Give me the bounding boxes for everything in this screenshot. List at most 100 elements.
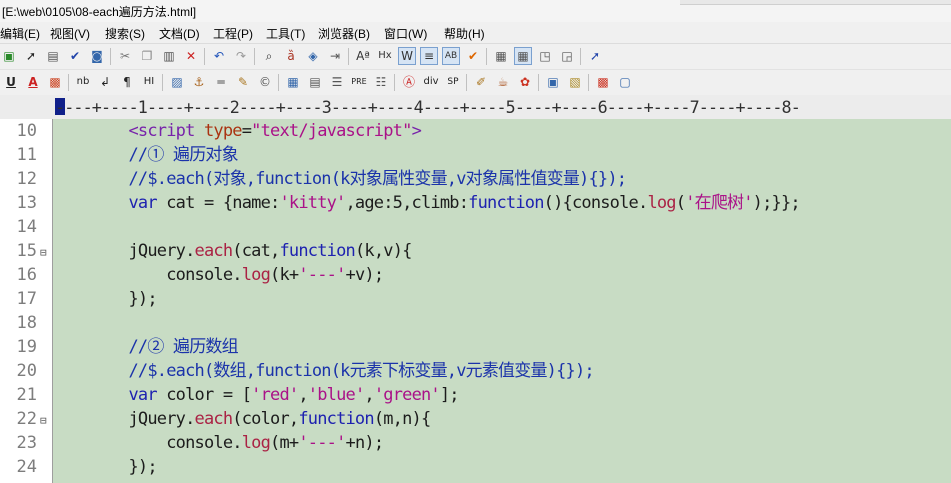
hex-view-icon[interactable]: AB bbox=[442, 47, 460, 65]
toolbar-separator bbox=[204, 48, 205, 65]
center-icon[interactable]: ☰ bbox=[328, 73, 346, 91]
toolbar-separator bbox=[538, 74, 539, 91]
color-picker-icon[interactable]: ✿ bbox=[516, 73, 534, 91]
palette-icon[interactable]: ▩ bbox=[594, 73, 612, 91]
toolbar-separator bbox=[466, 74, 467, 91]
delete-icon[interactable]: ✕ bbox=[182, 47, 200, 65]
fold-toggle-icon[interactable]: ⊟ bbox=[40, 246, 47, 259]
toolbar-separator bbox=[486, 48, 487, 65]
heading-icon[interactable]: Hx bbox=[376, 47, 394, 65]
window-title: [E:\web\0105\08-each遍历方法.html] bbox=[2, 5, 197, 19]
line-number: 11 bbox=[16, 145, 37, 165]
find-in-files-icon[interactable]: ◈ bbox=[304, 47, 322, 65]
toolbar-separator bbox=[580, 48, 581, 65]
line-break-icon[interactable]: ↲ bbox=[96, 73, 114, 91]
preview-icon[interactable]: ◙ bbox=[88, 47, 106, 65]
find-icon[interactable]: ⌕ bbox=[260, 47, 278, 65]
redo-icon[interactable]: ↷ bbox=[232, 47, 250, 65]
edit-icon[interactable]: ✎ bbox=[234, 73, 252, 91]
menu-tools[interactable]: 工具(T) bbox=[266, 25, 305, 42]
line-number: 21 bbox=[16, 385, 37, 405]
save-icon[interactable]: ▣ bbox=[0, 47, 18, 65]
toolbar-separator bbox=[110, 48, 111, 65]
nbsp-icon[interactable]: nb bbox=[74, 73, 92, 91]
div-icon[interactable]: div bbox=[422, 73, 440, 91]
script-icon[interactable]: ☕ bbox=[494, 73, 512, 91]
html-toolbar: U A ▩ nb ↲ ¶ HI ▨ ⚓ ═ ✎ © ▦ ▤ ☰ PRE ☷ Ⓐ … bbox=[0, 70, 951, 96]
word-wrap-icon[interactable]: W bbox=[398, 47, 416, 65]
frameset-icon[interactable]: ▧ bbox=[566, 73, 584, 91]
menu-view[interactable]: 视图(V) bbox=[50, 25, 90, 42]
menu-window[interactable]: 窗口(W) bbox=[384, 25, 427, 42]
paragraph-icon[interactable]: ¶ bbox=[118, 73, 136, 91]
code-line: jQuery.each(cat,function(k,v){ bbox=[128, 241, 412, 261]
menu-browser[interactable]: 浏览器(B) bbox=[318, 25, 370, 42]
font-color-icon[interactable]: A bbox=[24, 73, 42, 91]
line-number: 12 bbox=[16, 169, 37, 189]
code-line: console.log(k+'---'+v); bbox=[166, 265, 384, 285]
toolbar-separator bbox=[588, 74, 589, 91]
cut-icon[interactable]: ✂ bbox=[116, 47, 134, 65]
line-number: 10 bbox=[16, 121, 37, 141]
pencil-icon[interactable]: ✐ bbox=[472, 73, 490, 91]
font-size-icon[interactable]: Aª bbox=[354, 47, 372, 65]
toolbar-separator bbox=[68, 74, 69, 91]
document-list-icon[interactable]: ▦ bbox=[514, 47, 532, 65]
list-icon[interactable]: ▦ bbox=[492, 47, 510, 65]
copyright-icon[interactable]: © bbox=[256, 73, 274, 91]
help-icon[interactable]: ➚ bbox=[586, 47, 604, 65]
frame-icon[interactable]: ▣ bbox=[544, 73, 562, 91]
code-line: var cat = {name:'kitty',age:5,climb:func… bbox=[128, 193, 800, 213]
paste-icon[interactable]: ▥ bbox=[160, 47, 178, 65]
goto-line-icon[interactable]: ⇥ bbox=[326, 47, 344, 65]
font-tag-icon[interactable]: Ⓐ bbox=[400, 73, 418, 91]
menu-document[interactable]: 文档(D) bbox=[159, 25, 200, 42]
window-icon[interactable]: ◳ bbox=[536, 47, 554, 65]
fold-toggle-icon[interactable]: ⊟ bbox=[40, 414, 47, 427]
anchor-icon[interactable]: ⚓ bbox=[190, 73, 208, 91]
spellcheck-icon[interactable]: ✔ bbox=[66, 47, 84, 65]
title-bar-fill bbox=[680, 0, 951, 5]
line-number: 19 bbox=[16, 337, 37, 357]
toolbar-separator bbox=[394, 74, 395, 91]
menu-project[interactable]: 工程(P) bbox=[213, 25, 253, 42]
table-icon[interactable]: ▦ bbox=[284, 73, 302, 91]
line-number: 24 bbox=[16, 457, 37, 477]
browser-preview-icon[interactable]: ◲ bbox=[558, 47, 576, 65]
toolbar-separator bbox=[162, 74, 163, 91]
list-bullet-icon[interactable]: ☷ bbox=[372, 73, 390, 91]
menu-search[interactable]: 搜索(S) bbox=[105, 25, 145, 42]
code-line: }); bbox=[128, 457, 157, 477]
code-line: jQuery.each(color,function(m,n){ bbox=[128, 409, 431, 429]
check-icon[interactable]: ✔ bbox=[464, 47, 482, 65]
code-line: <script type="text/javascript"> bbox=[128, 121, 421, 141]
menu-help[interactable]: 帮助(H) bbox=[444, 25, 485, 42]
replace-icon[interactable]: ȁ bbox=[282, 47, 300, 65]
underline-icon[interactable]: U bbox=[2, 73, 20, 91]
line-number: 14 bbox=[16, 217, 37, 237]
line-numbers-icon[interactable]: ≡ bbox=[420, 47, 438, 65]
main-toolbar: ▣ ➚ ▤ ✔ ◙ ✂ ❐ ▥ ✕ ↶ ↷ ⌕ ȁ ◈ ⇥ Aª Hx W ≡ … bbox=[0, 44, 951, 70]
cursor-icon[interactable]: ➚ bbox=[22, 47, 40, 65]
code-line: console.log(m+'---'+n); bbox=[166, 433, 384, 453]
dialog-icon[interactable]: ▢ bbox=[616, 73, 634, 91]
line-number: 16 bbox=[16, 265, 37, 285]
color-palette-icon[interactable]: ▩ bbox=[46, 73, 64, 91]
menu-edit[interactable]: 编辑(E) bbox=[0, 25, 40, 42]
code-line: var color = ['red','blue','green']; bbox=[128, 385, 459, 405]
form-icon[interactable]: ▤ bbox=[306, 73, 324, 91]
line-number: 22 bbox=[16, 409, 37, 429]
print-icon[interactable]: ▤ bbox=[44, 47, 62, 65]
copy-icon[interactable]: ❐ bbox=[138, 47, 156, 65]
span-icon[interactable]: SP bbox=[444, 73, 462, 91]
line-number: 20 bbox=[16, 361, 37, 381]
line-number-gutter: 10 11 12 13 14 15 ⊟ 16 17 18 19 20 21 22… bbox=[0, 119, 52, 483]
horizontal-rule-icon[interactable]: ═ bbox=[212, 73, 230, 91]
line-number: 13 bbox=[16, 193, 37, 213]
undo-icon[interactable]: ↶ bbox=[210, 47, 228, 65]
pre-icon[interactable]: PRE bbox=[350, 73, 368, 91]
line-number: 17 bbox=[16, 289, 37, 309]
image-icon[interactable]: ▨ bbox=[168, 73, 186, 91]
heading-html-icon[interactable]: HI bbox=[140, 73, 158, 91]
code-editor[interactable]: <script type="text/javascript"> //① 遍历对象… bbox=[53, 119, 951, 483]
